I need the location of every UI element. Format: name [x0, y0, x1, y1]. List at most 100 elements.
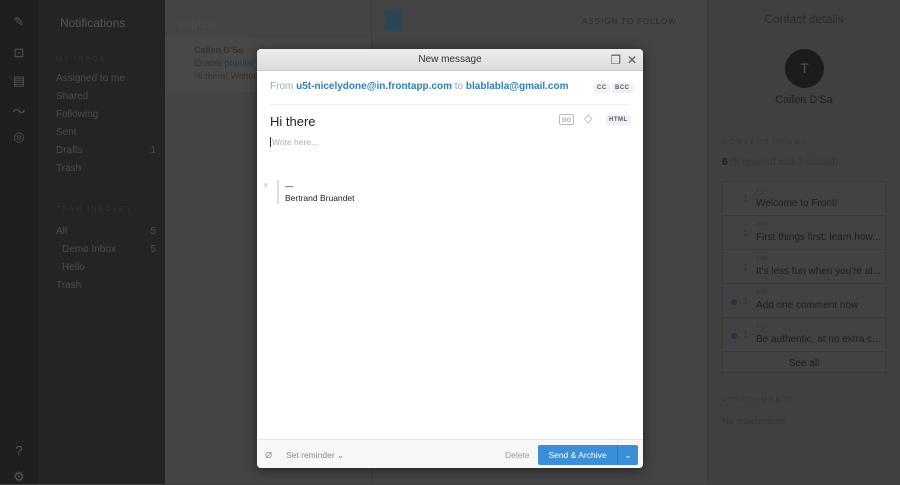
- tag-icon[interactable]: ◇: [584, 112, 592, 125]
- cc-button[interactable]: CC: [594, 83, 610, 93]
- conversation-card[interactable]: 1 25M It's less fun when you're al...: [723, 250, 885, 284]
- send-label: Send & Archive: [548, 450, 607, 460]
- time: 30M: [756, 290, 768, 296]
- plugins-icon[interactable]: ◎: [11, 129, 27, 145]
- analytics-icon[interactable]: 〜: [11, 101, 27, 119]
- sidebar-title[interactable]: Notifications: [60, 16, 125, 30]
- inbox-icon[interactable]: ⊡: [11, 45, 27, 61]
- conversation-card[interactable]: 1 15M Welcome to Front!: [723, 182, 885, 216]
- signature-dash: —: [285, 181, 294, 191]
- search-input[interactable]: popular: [178, 17, 218, 31]
- voicemail-icon[interactable]: oo: [559, 114, 574, 125]
- label: Hello: [62, 262, 85, 273]
- count-detail: (5 opened and 1 closed): [730, 157, 839, 168]
- from-line: From u5t-nicelydone@in.frontapp.com to b…: [270, 81, 568, 92]
- time: 15M: [756, 188, 768, 194]
- count: 1: [743, 296, 749, 306]
- dialog-footer: ⌀ Set reminder ⌄ Delete Send & Archive ⌄: [257, 439, 643, 468]
- sidebar-item-shared[interactable]: Shared: [56, 91, 156, 102]
- label: Drafts: [56, 145, 83, 156]
- unread-dot-icon: [731, 299, 737, 305]
- message-body-input[interactable]: Write here...: [270, 137, 318, 147]
- subject: It's less fun when you're al...: [756, 266, 881, 277]
- label: All: [56, 226, 68, 237]
- sidebar: Notifications MY INBOX Assigned to me Sh…: [38, 0, 165, 484]
- team-item-all[interactable]: All 5: [56, 226, 156, 237]
- contact-name: Cailen D'Sa: [775, 94, 833, 106]
- conversations-label: CONVERSATIONS: [722, 139, 809, 146]
- remove-signature-icon[interactable]: ×: [263, 180, 268, 190]
- sidebar-item-drafts[interactable]: Drafts 1: [56, 145, 156, 156]
- set-reminder-button[interactable]: Set reminder ⌄: [286, 450, 344, 461]
- avatar: T: [785, 49, 824, 88]
- unread-dot-icon: [731, 333, 737, 339]
- count: 1: [743, 194, 749, 204]
- label: Following: [56, 109, 99, 120]
- count: 1: [743, 228, 749, 238]
- contacts-icon[interactable]: ▤: [11, 73, 27, 89]
- send-options-chevron-icon[interactable]: ⌄: [617, 445, 638, 465]
- subject: Enable: [194, 58, 225, 68]
- sidebar-item-assigned[interactable]: Assigned to me: [56, 73, 156, 84]
- contact-header[interactable]: Contact details: [708, 12, 900, 26]
- team-item-trash[interactable]: Trash: [56, 280, 156, 291]
- maximize-icon[interactable]: ❐: [610, 49, 621, 71]
- signature-name: Bertrand Bruandet: [285, 193, 355, 203]
- count: 5: [150, 226, 156, 237]
- from-label: From: [270, 81, 294, 92]
- team-item-demo-inbox[interactable]: Demo Inbox 5: [56, 244, 156, 255]
- chevron-down-icon: ⌄: [337, 450, 345, 460]
- bcc-button[interactable]: BCC: [612, 83, 633, 93]
- no-attachments: No attachments: [722, 416, 786, 426]
- subject: Welcome to Front!: [756, 198, 838, 209]
- time: 25M: [756, 256, 768, 262]
- html-button[interactable]: HTML: [606, 115, 631, 125]
- subject: Be authentic, at no extra c...: [756, 334, 881, 345]
- count: 1: [743, 330, 749, 340]
- label: Sent: [56, 127, 77, 138]
- compose-dialog: New message ❐ ✕ From u5t-nicelydone@in.f…: [257, 49, 643, 468]
- count: 1: [150, 145, 156, 156]
- section-my-inbox: MY INBOX: [56, 56, 107, 63]
- sidebar-item-sent[interactable]: Sent: [56, 127, 156, 138]
- subject-input[interactable]: Hi there: [270, 114, 316, 129]
- label: Shared: [56, 91, 89, 102]
- close-icon[interactable]: ✕: [627, 49, 637, 71]
- from-address[interactable]: u5t-nicelydone@in.frontapp.com: [296, 81, 452, 92]
- section-team-inboxes: TEAM INBOXES: [56, 206, 133, 213]
- label: Assigned to me: [56, 73, 125, 84]
- sidebar-item-trash[interactable]: Trash: [56, 163, 156, 174]
- settings-icon[interactable]: ⚙: [11, 469, 27, 485]
- conversation-card[interactable]: 1 35M Be authentic, at no extra c...: [723, 318, 885, 352]
- label: Demo Inbox: [62, 244, 116, 255]
- conversation-card[interactable]: 1 20M First things first: learn how...: [723, 216, 885, 250]
- conversation-card[interactable]: 1 30M Add one comment now: [723, 284, 885, 318]
- dialog-title: New message: [418, 54, 482, 65]
- attachment-icon[interactable]: ⌀: [265, 447, 272, 461]
- dialog-titlebar: New message ❐ ✕: [257, 49, 643, 71]
- divider: [270, 104, 630, 105]
- contact-panel: Contact details T Cailen D'Sa CONVERSATI…: [707, 0, 900, 484]
- label: Trash: [56, 280, 82, 291]
- send-archive-button[interactable]: Send & Archive ⌄: [538, 445, 638, 465]
- count: 1: [743, 262, 749, 272]
- reply-button[interactable]: [385, 9, 401, 31]
- highlight: popular: [224, 58, 255, 68]
- time: 35M: [756, 324, 768, 330]
- signature: — Bertrand Bruandet: [277, 180, 354, 204]
- assign-button[interactable]: ASSIGN TO: [582, 17, 634, 26]
- follow-button[interactable]: FOLLOW: [637, 17, 677, 26]
- help-icon[interactable]: ?: [11, 443, 27, 459]
- label: Trash: [56, 163, 82, 174]
- subject: Add one comment now: [756, 300, 859, 311]
- reminder-label: Set reminder: [286, 450, 335, 460]
- compose-icon[interactable]: ✎: [11, 14, 27, 30]
- see-all-link[interactable]: See all: [723, 352, 885, 369]
- team-item-hello[interactable]: Hello: [56, 262, 156, 273]
- delete-button[interactable]: Delete: [505, 450, 530, 460]
- sidebar-item-following[interactable]: Following: [56, 109, 156, 120]
- to-label: to: [454, 81, 464, 92]
- to-address[interactable]: blablabla@gmail.com: [466, 81, 569, 92]
- app-rail: ✎ ⊡ ▤ 〜 ◎ ? ⚙: [0, 0, 38, 484]
- count: 5: [150, 244, 156, 255]
